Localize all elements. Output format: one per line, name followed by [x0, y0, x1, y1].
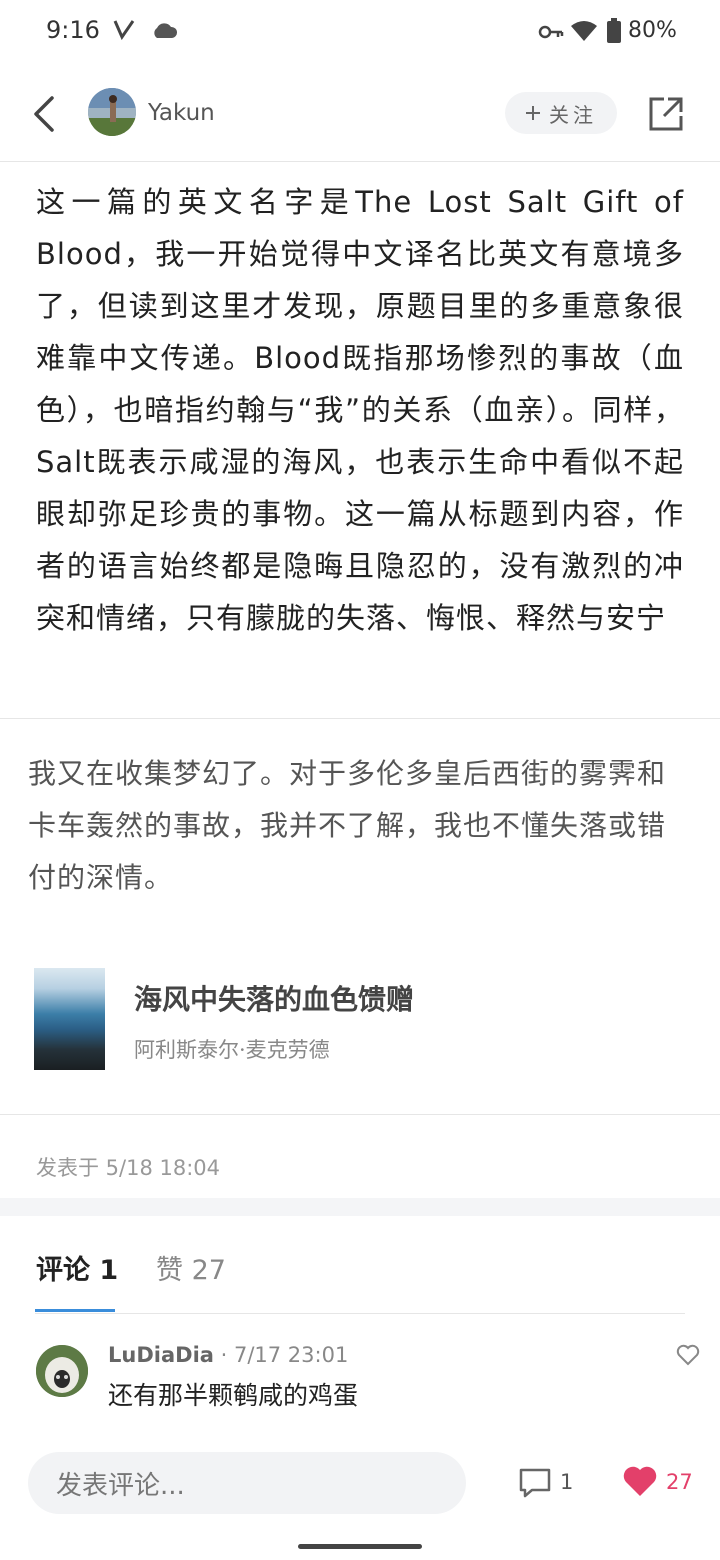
share-button[interactable]	[646, 94, 686, 134]
like-button[interactable]	[622, 1464, 658, 1498]
back-button[interactable]	[28, 92, 68, 136]
active-tab-indicator	[35, 1309, 115, 1312]
author-avatar[interactable]	[88, 88, 136, 136]
home-indicator[interactable]	[298, 1544, 422, 1549]
comment-input[interactable]: 发表评论...	[28, 1452, 466, 1514]
comment-bubble-icon	[519, 1468, 551, 1498]
tabs-divider	[35, 1313, 685, 1314]
plus-icon	[526, 106, 540, 120]
vpn-icon	[112, 18, 136, 46]
commenter-avatar[interactable]	[36, 1345, 88, 1397]
wifi-icon	[570, 20, 598, 48]
book-cover[interactable]	[34, 968, 105, 1070]
follow-label: 关注	[549, 102, 597, 127]
section-separator	[0, 1198, 720, 1216]
battery-icon	[606, 18, 622, 50]
comments-count: 1	[560, 1470, 574, 1494]
book-divider	[0, 1114, 720, 1115]
comments-button[interactable]	[518, 1466, 552, 1500]
follow-button[interactable]: 关注	[505, 92, 617, 134]
posted-time: 发表于 5/18 18:04	[36, 1156, 221, 1180]
heart-outline-icon	[676, 1344, 700, 1366]
status-bar: 9:16 80%	[0, 0, 720, 66]
header-divider	[0, 161, 720, 162]
quote-divider	[0, 718, 720, 719]
review-text: 我又在收集梦幻了。对于多伦多皇后西街的雾霁和卡车轰然的事故，我并不了解，我也不懂…	[28, 757, 667, 894]
cloud-icon	[150, 20, 178, 46]
heart-filled-icon	[623, 1466, 657, 1496]
comment-text: 还有那半颗鹌咸的鸡蛋	[108, 1381, 359, 1410]
book-title[interactable]: 海风中失落的血色馈赠	[134, 978, 414, 1018]
chevron-left-icon	[34, 96, 54, 132]
quote-text: 这一篇的英文名字是The Lost Salt Gift of Blood，我一开…	[36, 185, 684, 635]
share-icon	[649, 97, 683, 131]
key-icon	[538, 22, 564, 47]
comment-input-placeholder: 发表评论...	[56, 1470, 185, 1501]
comment-like-button[interactable]	[676, 1344, 700, 1366]
comment-author[interactable]: LuDiaDia	[108, 1343, 214, 1367]
book-author: 阿利斯泰尔·麦克劳德	[134, 1038, 330, 1062]
battery-percent: 80%	[628, 18, 677, 43]
comment-time: · 7/17 23:01	[220, 1343, 349, 1367]
tab-likes[interactable]: 赞 27	[156, 1248, 226, 1287]
tab-comments[interactable]: 评论 1	[36, 1248, 118, 1287]
status-time: 9:16	[46, 16, 100, 44]
comment-meta: LuDiaDia · 7/17 23:01	[108, 1343, 348, 1367]
author-name[interactable]: Yakun	[148, 100, 215, 126]
likes-count: 27	[666, 1470, 693, 1494]
